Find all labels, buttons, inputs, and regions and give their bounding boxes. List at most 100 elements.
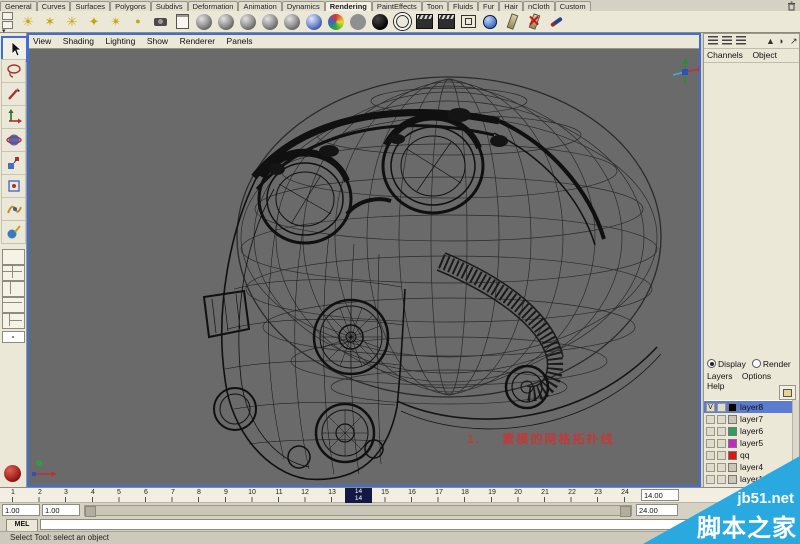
- layer-type-cell[interactable]: [717, 426, 726, 436]
- area-light-icon[interactable]: ✴: [106, 12, 126, 31]
- playback-start-field[interactable]: 1.00: [42, 504, 80, 516]
- shelf-tab-surfaces[interactable]: Surfaces: [70, 1, 111, 11]
- show-manipulator-tool-button[interactable]: [1, 220, 26, 244]
- display-radio[interactable]: Display: [707, 359, 746, 369]
- surface-shader-icon[interactable]: [326, 12, 346, 31]
- perspective-viewport-panel[interactable]: View Shading Lighting Show Renderer Pane…: [27, 33, 701, 487]
- tab-object[interactable]: Object: [752, 49, 777, 61]
- shelf-tab-animation[interactable]: Animation: [238, 1, 282, 11]
- delete-unused-icon[interactable]: ✕: [524, 12, 544, 31]
- viewport-menu-show[interactable]: Show: [147, 35, 168, 47]
- layer-color-swatch[interactable]: [728, 438, 737, 448]
- four-pane-layout-button[interactable]: [2, 265, 25, 281]
- scale-tool-button[interactable]: [1, 151, 26, 175]
- shelf-tab-fluids[interactable]: Fluids: [448, 1, 479, 11]
- shelf-tab-rendering[interactable]: Rendering: [324, 1, 372, 11]
- viewport-canvas[interactable]: 1. 素模的网格拓扑线: [29, 49, 699, 485]
- paint-effects-tube-icon[interactable]: [502, 12, 522, 31]
- use-background-icon[interactable]: [348, 12, 368, 31]
- render-globals-page-icon[interactable]: [172, 12, 192, 31]
- layer-type-cell[interactable]: [717, 438, 726, 448]
- shelf-tab-custom[interactable]: Custom: [554, 1, 591, 11]
- create-layer-icon[interactable]: [779, 385, 796, 400]
- layer-color-swatch[interactable]: [728, 462, 737, 472]
- current-frame-marker[interactable]: 14 14: [345, 488, 372, 503]
- shelf-tab-curves[interactable]: Curves: [36, 1, 71, 11]
- shelf-selector[interactable]: ▾: [2, 12, 14, 35]
- show-layer-editor-icon[interactable]: [722, 36, 732, 45]
- layers-menu[interactable]: Layers: [707, 371, 733, 381]
- trash-icon[interactable]: [787, 1, 796, 11]
- shelf-tab-ncloth[interactable]: nCloth: [523, 1, 555, 11]
- single-pane-layout-button[interactable]: [2, 249, 25, 265]
- arrow-icon[interactable]: ↗: [790, 36, 800, 46]
- layer-row[interactable]: layer6: [704, 425, 799, 437]
- viewport-menu-renderer[interactable]: Renderer: [180, 35, 215, 47]
- paint-select-tool-button[interactable]: [1, 82, 26, 106]
- outliner-pane-layout-button[interactable]: [2, 313, 25, 329]
- layer-visibility-toggle[interactable]: [706, 462, 715, 472]
- layer-visibility-toggle[interactable]: [706, 426, 715, 436]
- split-top-layout-button[interactable]: [2, 297, 25, 313]
- viewport-menu-lighting[interactable]: Lighting: [106, 35, 136, 47]
- layer-type-cell[interactable]: [717, 402, 726, 412]
- ramp-shader-icon[interactable]: [304, 12, 324, 31]
- viewport-menu-panels[interactable]: Panels: [227, 35, 253, 47]
- lasso-select-tool-button[interactable]: [1, 59, 26, 83]
- layer-color-swatch[interactable]: [728, 414, 737, 424]
- shelf-tab-hair[interactable]: Hair: [499, 1, 524, 11]
- layer-visibility-toggle[interactable]: [706, 414, 715, 424]
- blinn-material-icon[interactable]: [216, 12, 236, 31]
- layer-visibility-toggle[interactable]: [706, 438, 715, 448]
- show-channel-layer-icon[interactable]: [736, 36, 746, 45]
- manipulator-icon[interactable]: ▲: [766, 36, 776, 46]
- time-slider[interactable]: 1 2 3 4 5 6 7 8 9 10 11 12 13 14 15 16 1…: [0, 487, 800, 503]
- render-current-frame-icon[interactable]: [414, 12, 434, 31]
- layer-type-cell[interactable]: [717, 450, 726, 460]
- ipr-render-icon[interactable]: [436, 12, 456, 31]
- shelf-tab-fur[interactable]: Fur: [478, 1, 500, 11]
- range-end-handle[interactable]: [620, 506, 631, 517]
- layer-visibility-toggle[interactable]: [706, 450, 715, 460]
- layer-type-cell[interactable]: [717, 462, 726, 472]
- layer-row[interactable]: layer7: [704, 413, 799, 425]
- split-left-layout-button[interactable]: [2, 281, 25, 297]
- rotate-tool-button[interactable]: [1, 128, 26, 152]
- ambient-light-icon[interactable]: ☀: [18, 12, 38, 31]
- phong-e-material-icon[interactable]: [282, 12, 302, 31]
- black-material-icon[interactable]: [370, 12, 390, 31]
- soft-modification-tool-button[interactable]: [1, 197, 26, 221]
- paint-effects-brush-icon[interactable]: [546, 12, 566, 31]
- show-channel-box-icon[interactable]: [708, 36, 718, 45]
- move-tool-button[interactable]: [1, 105, 26, 129]
- layer-color-swatch[interactable]: [728, 450, 737, 460]
- volume-light-icon[interactable]: ●: [128, 12, 148, 31]
- animation-start-field[interactable]: 1.00: [2, 504, 40, 516]
- shelf-tab-general[interactable]: General: [0, 1, 37, 11]
- red-badge-icon[interactable]: [4, 465, 21, 482]
- shelf-tab-deformation[interactable]: Deformation: [187, 1, 239, 11]
- current-time-field[interactable]: 14.00: [641, 489, 679, 501]
- shelf-tab-subdivs[interactable]: Subdivs: [150, 1, 188, 11]
- anisotropic-material-icon[interactable]: [194, 12, 214, 31]
- layer-visibility-toggle[interactable]: V: [706, 402, 715, 412]
- shelf-tab-toon[interactable]: Toon: [421, 1, 449, 11]
- phong-material-icon[interactable]: [260, 12, 280, 31]
- spot-light-icon[interactable]: ✦: [84, 12, 104, 31]
- playback-end-field[interactable]: 24.00: [636, 504, 678, 516]
- tab-channels[interactable]: Channels: [707, 49, 743, 61]
- range-slider[interactable]: [84, 505, 632, 517]
- render-settings-icon[interactable]: [458, 12, 478, 31]
- shading-map-ring-icon[interactable]: [392, 12, 412, 31]
- hypershade-globe-icon[interactable]: [480, 12, 500, 31]
- layer-row[interactable]: V layer8: [704, 401, 799, 413]
- universal-manipulator-tool-button[interactable]: [1, 174, 26, 198]
- render-radio[interactable]: Render: [751, 359, 791, 369]
- viewport-menu-shading[interactable]: Shading: [63, 35, 94, 47]
- viewport-menu-view[interactable]: View: [33, 35, 51, 47]
- layout-spacer-button[interactable]: [2, 331, 25, 343]
- options-menu[interactable]: Options: [742, 371, 771, 381]
- camera-icon[interactable]: [150, 12, 170, 31]
- layer-row[interactable]: qq: [704, 449, 799, 461]
- layer-visibility-toggle[interactable]: [706, 474, 715, 484]
